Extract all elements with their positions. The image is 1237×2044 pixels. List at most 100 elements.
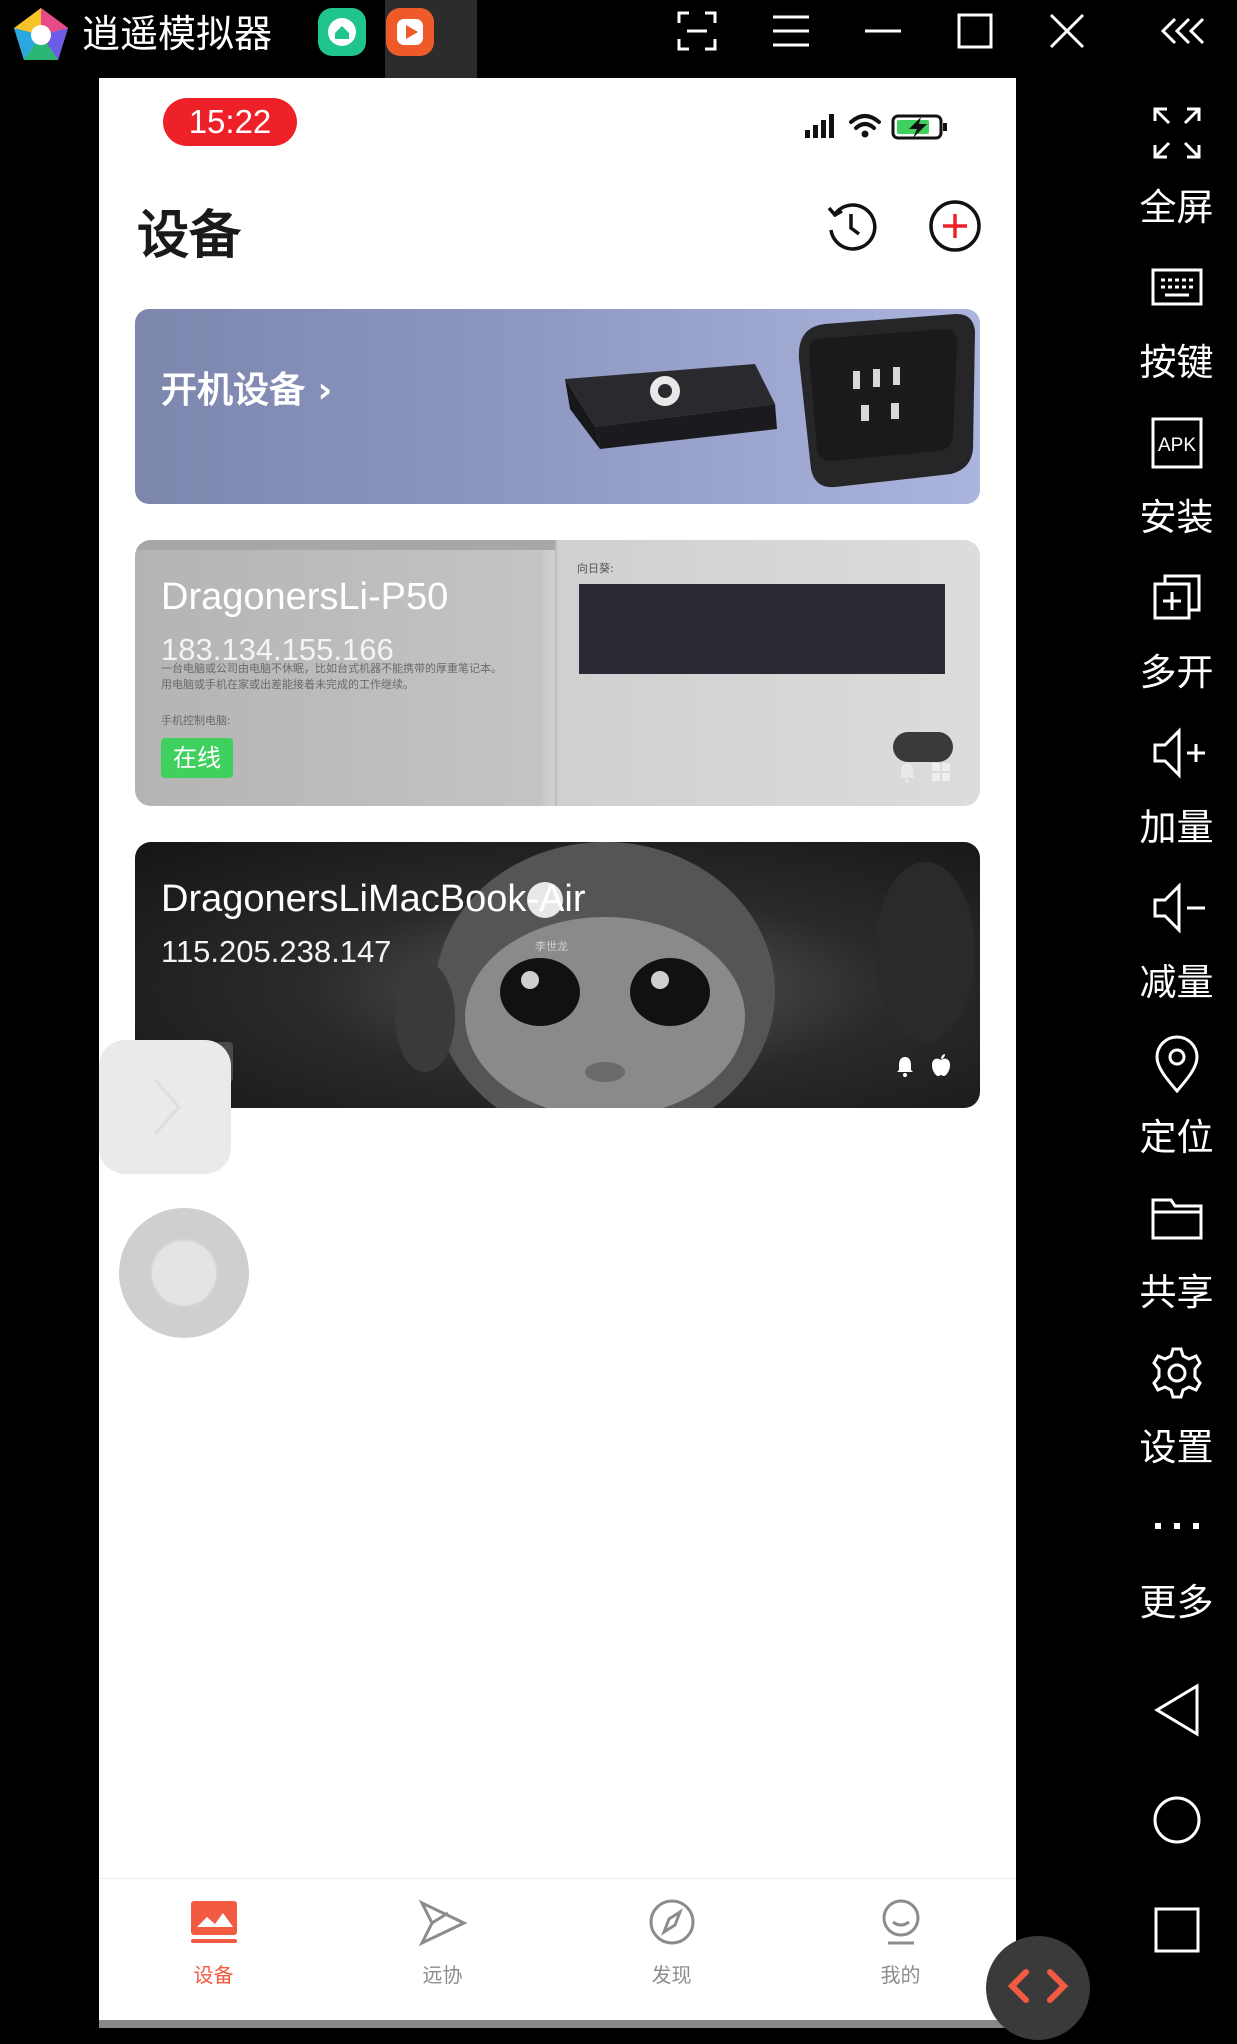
page-title: 设备 xyxy=(137,206,242,266)
sidebar-label: 减量 xyxy=(1139,961,1214,1004)
smart-plug-illustration xyxy=(565,313,975,488)
screen-thumb-toolbar xyxy=(135,540,555,550)
folder-icon xyxy=(1151,1198,1203,1240)
code-brackets-icon xyxy=(1007,1969,1069,2003)
profile-icon xyxy=(882,1899,920,1945)
sidebar-label: 加量 xyxy=(1139,806,1214,849)
home-circle-icon xyxy=(1153,1796,1201,1844)
gear-icon xyxy=(1152,1347,1202,1399)
sidebar-fullscreen[interactable]: 全屏 xyxy=(1116,93,1237,243)
device-ip: 115.205.238.147 xyxy=(161,934,392,969)
apk-icon: APK xyxy=(1151,417,1203,469)
more-icon xyxy=(1155,1523,1199,1529)
app-logo-icon xyxy=(14,8,68,60)
volume-up-icon xyxy=(1153,727,1205,779)
tab-label: 远协 xyxy=(422,1963,463,1987)
multi-instance-icon xyxy=(1153,574,1201,620)
sidebar-more[interactable]: 更多 xyxy=(1116,1488,1237,1638)
android-recents-button[interactable] xyxy=(1116,1880,1237,1980)
bell-icon xyxy=(899,763,915,783)
sidebar-label: 多开 xyxy=(1139,651,1214,694)
app-tab-sunlogin[interactable] xyxy=(386,8,434,56)
boot-device-banner[interactable]: 开机设备 › xyxy=(135,309,980,504)
android-home-button[interactable] xyxy=(1116,1770,1237,1870)
fullscreen-icon xyxy=(1153,107,1201,159)
tab-me[interactable]: 我的 xyxy=(786,1879,1015,2020)
menu-button[interactable] xyxy=(756,0,826,62)
device-name: DragonersLiMacBook-Air xyxy=(161,878,586,920)
back-triangle-icon xyxy=(1154,1683,1199,1737)
screenshot-button[interactable] xyxy=(662,0,732,62)
bell-icon xyxy=(897,1057,913,1077)
status-badge: 在线 xyxy=(161,738,233,778)
thumb-dark-panel xyxy=(579,584,945,674)
phone-bottom-edge xyxy=(99,2020,1016,2028)
dev-tools-button[interactable] xyxy=(986,1936,1090,2040)
tab-label: 发现 xyxy=(651,1963,692,1987)
sidebar-label: 按键 xyxy=(1139,341,1214,384)
thumb-panel-title: 向日葵: xyxy=(577,562,614,575)
add-device-button[interactable] xyxy=(927,198,983,254)
device-card[interactable]: 李世龙 DragonersLiMacBook-Air 115.205.238.1… xyxy=(135,842,980,1108)
collapse-sidebar-button[interactable] xyxy=(1142,0,1212,62)
sidebar-keymap[interactable]: 按键 xyxy=(1116,248,1237,398)
sidebar-label: 定位 xyxy=(1139,1116,1214,1159)
minimize-button[interactable] xyxy=(848,0,918,62)
app-name: 逍遥模拟器 xyxy=(82,12,273,56)
device-name: DragonersLi-P50 xyxy=(161,576,449,618)
status-time: 15:22 xyxy=(163,98,297,146)
history-button[interactable] xyxy=(823,198,879,254)
screenshot-icon xyxy=(677,11,717,51)
chevron-right-icon xyxy=(153,1079,182,1135)
tab-label: 我的 xyxy=(880,1963,921,1987)
wifi-icon xyxy=(849,114,881,130)
devices-tab-icon xyxy=(191,1901,237,1943)
device-card[interactable]: 一台电脑或公司由电脑不休眠，比如台式机器不能携带的厚重笔记本。 用电脑或手机在家… xyxy=(135,540,980,806)
tab-devices[interactable]: 设备 xyxy=(99,1879,328,2020)
bottom-tab-bar: 设备 远协 发现 我的 xyxy=(99,1878,1016,2020)
tab-discover[interactable]: 发现 xyxy=(557,1879,786,2020)
thumb-text: 手机控制电脑: xyxy=(161,714,231,727)
volume-down-icon xyxy=(1153,882,1205,934)
tab-remote-assist[interactable]: 远协 xyxy=(328,1879,557,2020)
phone-screen: 15:22 设备 开机设备 › 一台电脑或公司由电脑不休眠，比如台式机器不能携带… xyxy=(99,78,1016,2020)
floating-ball-core xyxy=(150,1239,218,1307)
minimize-icon xyxy=(865,29,901,33)
sidebar-label: 全屏 xyxy=(1139,186,1214,229)
location-icon xyxy=(1155,1035,1199,1094)
thumb-text: 用电脑或手机在家或出差能接着未完成的工作继续。 xyxy=(161,678,414,691)
emulator-titlebar: 逍遥模拟器 xyxy=(0,0,1237,78)
sunlogin-app-icon xyxy=(397,19,423,45)
history-icon xyxy=(827,203,877,251)
sidebar-label: 安装 xyxy=(1139,496,1214,539)
sidebar-share-folder[interactable]: 共享 xyxy=(1116,1178,1237,1328)
sidebar-label: 共享 xyxy=(1139,1271,1214,1314)
close-button[interactable] xyxy=(1032,0,1102,62)
sidebar-volume-up[interactable]: 加量 xyxy=(1116,713,1237,863)
close-icon xyxy=(1049,13,1085,49)
battery-charging-icon xyxy=(891,114,947,140)
screen-thumb-divider xyxy=(555,540,557,806)
device-ip: 183.134.155.166 xyxy=(161,632,394,667)
floating-assistant-handle[interactable] xyxy=(99,1040,231,1174)
sidebar-label: 更多 xyxy=(1139,1581,1214,1624)
apple-icon xyxy=(932,1054,950,1076)
compass-icon xyxy=(649,1899,695,1945)
sidebar-install-apk[interactable]: APK 安装 xyxy=(1116,403,1237,553)
thumb-widget xyxy=(893,732,953,762)
floating-action-ball[interactable] xyxy=(119,1208,249,1338)
recents-square-icon xyxy=(1154,1907,1200,1953)
status-bar-icons xyxy=(805,114,947,140)
windows-icon xyxy=(932,763,950,781)
sidebar-volume-down[interactable]: 减量 xyxy=(1116,868,1237,1018)
sidebar-label: 设置 xyxy=(1139,1426,1214,1469)
android-back-button[interactable] xyxy=(1116,1660,1237,1760)
emulator-sidebar: 全屏 按键 APK 安装 多开 加量 减量 定位 共享 设置 更多 xyxy=(1116,78,1237,2028)
maximize-button[interactable] xyxy=(940,0,1010,62)
tab-label: 设备 xyxy=(193,1963,234,1987)
app-tab-home[interactable] xyxy=(318,8,366,56)
chevrons-left-icon xyxy=(1160,17,1205,45)
sidebar-settings[interactable]: 设置 xyxy=(1116,1333,1237,1483)
sidebar-multi-instance[interactable]: 多开 xyxy=(1116,558,1237,708)
sidebar-location[interactable]: 定位 xyxy=(1116,1023,1237,1173)
